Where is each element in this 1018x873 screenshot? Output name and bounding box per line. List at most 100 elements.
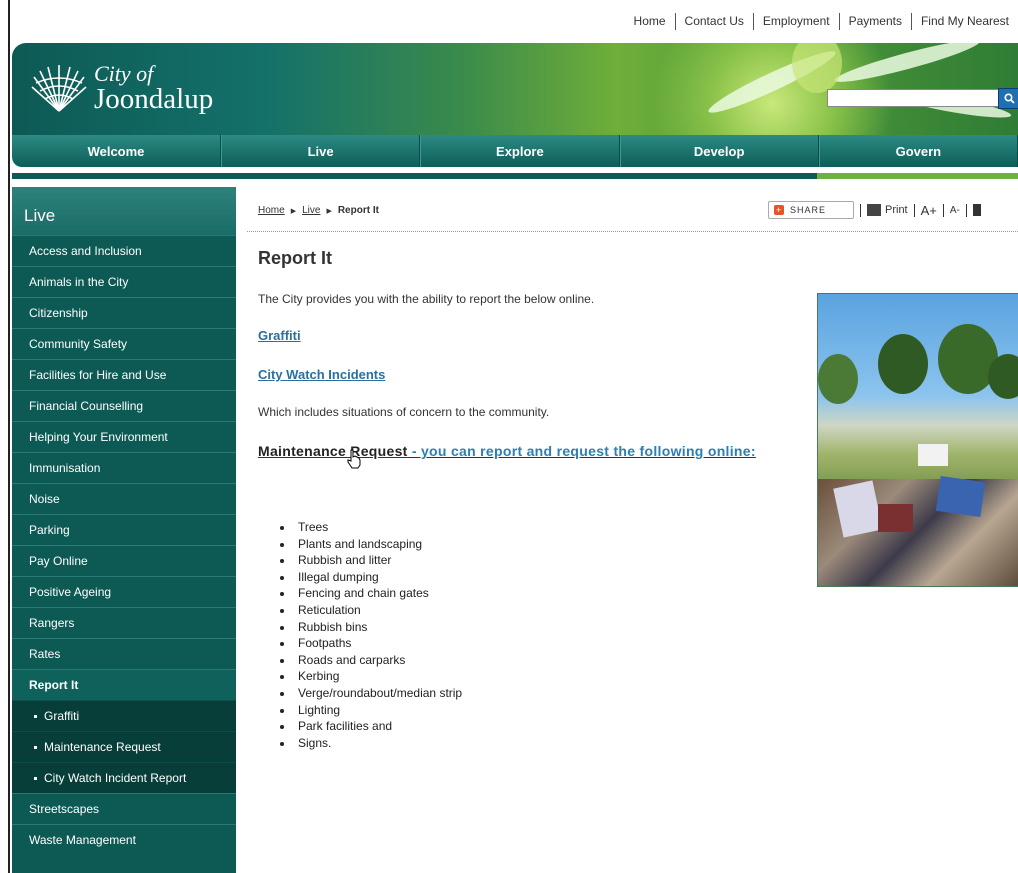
nav-tab-welcome[interactable]: Welcome: [12, 135, 221, 167]
list-item: Verge/roundabout/median strip: [280, 685, 462, 702]
sidebar-item[interactable]: Facilities for Hire and Use: [12, 359, 236, 390]
bullet-icon: [34, 776, 37, 780]
photo-tree: [988, 354, 1018, 399]
sidebar-item[interactable]: Parking: [12, 514, 236, 545]
main-nav: Welcome Live Explore Develop Govern: [12, 135, 1018, 167]
sidebar-item[interactable]: Financial Counselling: [12, 390, 236, 421]
content-divider: [247, 231, 1018, 232]
search-input[interactable]: [827, 89, 1009, 107]
sidebar-subitem-city-watch[interactable]: City Watch Incident Report: [12, 762, 236, 793]
sidebar-item[interactable]: Community Safety: [12, 328, 236, 359]
font-decrease-button[interactable]: A-: [950, 205, 960, 216]
share-plus-icon: +: [774, 205, 784, 215]
breadcrumb-home[interactable]: Home: [258, 205, 285, 216]
maintenance-request-heading[interactable]: Maintenance Request - you can report and…: [258, 443, 756, 459]
top-link-payments[interactable]: Payments: [840, 14, 911, 28]
sidebar-item[interactable]: Immunisation: [12, 452, 236, 483]
print-link[interactable]: Print: [885, 204, 908, 216]
sidebar-item[interactable]: Streetscapes: [12, 793, 236, 824]
sidebar-subitem-label: City Watch Incident Report: [44, 771, 187, 785]
top-link-find-my-nearest[interactable]: Find My Nearest: [912, 14, 1018, 28]
photo-debris: [878, 504, 913, 532]
sidebar-item[interactable]: Citizenship: [12, 297, 236, 328]
photo-debris: [918, 444, 948, 466]
sidebar-item[interactable]: Rangers: [12, 607, 236, 638]
top-link-home[interactable]: Home: [625, 14, 675, 28]
sidebar-item[interactable]: Access and Inclusion: [12, 235, 236, 266]
separator: [860, 203, 861, 217]
separator: [913, 203, 915, 217]
viewport-border: [8, 0, 10, 873]
breadcrumb-arrow-icon: ▶: [326, 207, 332, 215]
separator: [942, 203, 944, 217]
nav-tab-explore[interactable]: Explore: [420, 135, 620, 167]
maintenance-request-link[interactable]: Maintenance Request: [258, 443, 408, 459]
photo-tree: [818, 354, 858, 404]
speaker-icon[interactable]: [972, 204, 981, 216]
city-watch-link[interactable]: City Watch Incidents: [258, 367, 385, 382]
breadcrumb-live[interactable]: Live: [302, 205, 320, 216]
maintenance-list: Trees Plants and landscaping Rubbish and…: [280, 519, 462, 751]
logo-fan-icon: [31, 65, 87, 112]
page-tools: + SHARE Print A+ A-: [768, 201, 981, 219]
list-item: Fencing and chain gates: [280, 585, 462, 602]
logo-text-joondalup: Joondalup: [94, 83, 214, 115]
hand-cursor-icon: [347, 449, 361, 469]
bullet-icon: [34, 714, 37, 718]
font-increase-button[interactable]: A+: [921, 203, 937, 218]
top-link-employment[interactable]: Employment: [754, 14, 839, 28]
sidebar-item[interactable]: Positive Ageing: [12, 576, 236, 607]
sidebar-heading: Live: [12, 187, 236, 235]
breadcrumb-arrow-icon: ▶: [290, 207, 297, 215]
photo-debris: [935, 476, 986, 517]
illegal-dumping-photo: [817, 293, 1018, 587]
list-item: Trees: [280, 519, 462, 536]
intro-text: The City provides you with the ability t…: [258, 292, 595, 306]
city-watch-description: Which includes situations of concern to …: [258, 405, 550, 419]
sidebar-subitem-label: Graffiti: [44, 709, 80, 723]
photo-tree: [878, 334, 928, 394]
search-icon: [1003, 93, 1015, 104]
sidebar-subitem-maintenance-request[interactable]: Maintenance Request: [12, 731, 236, 762]
share-label: SHARE: [790, 205, 827, 215]
list-item: Reticulation: [280, 602, 462, 619]
list-item: Roads and carparks: [280, 652, 462, 669]
list-item: Signs.: [280, 735, 462, 752]
share-button[interactable]: + SHARE: [768, 201, 854, 219]
nav-tab-govern[interactable]: Govern: [818, 135, 1018, 167]
sidebar-item[interactable]: Waste Management: [12, 824, 236, 855]
sidebar-subitem-label: Maintenance Request: [44, 740, 161, 754]
page-title: Report It: [258, 248, 332, 268]
nav-tab-develop[interactable]: Develop: [619, 135, 819, 167]
list-item: Rubbish bins: [280, 619, 462, 636]
nav-tab-live[interactable]: Live: [221, 135, 421, 167]
sidebar: Live Access and Inclusion Animals in the…: [12, 187, 236, 873]
sidebar-item-report-it[interactable]: Report It: [12, 669, 236, 700]
sidebar-subitem-graffiti[interactable]: Graffiti: [12, 700, 236, 731]
maintenance-request-suffix[interactable]: - you can report and request the followi…: [408, 443, 756, 459]
printer-icon[interactable]: [867, 204, 881, 216]
list-item: Illegal dumping: [280, 569, 462, 586]
sidebar-item[interactable]: Animals in the City: [12, 266, 236, 297]
site-banner: City of Joondalup: [12, 43, 1018, 135]
list-item: Footpaths: [280, 635, 462, 652]
list-item: Lighting: [280, 702, 462, 719]
breadcrumb: Home ▶ Live ▶ Report It: [258, 205, 379, 216]
graffiti-link[interactable]: Graffiti: [258, 328, 301, 343]
list-item: Park facilities and: [280, 718, 462, 735]
list-item: Rubbish and litter: [280, 552, 462, 569]
nav-underbar: [12, 173, 1018, 179]
sidebar-item[interactable]: Noise: [12, 483, 236, 514]
utility-links: Home Contact Us Employment Payments Find…: [625, 10, 1018, 32]
sidebar-item[interactable]: Rates: [12, 638, 236, 669]
top-link-contact-us[interactable]: Contact Us: [676, 14, 753, 28]
separator: [965, 203, 967, 217]
list-item: Kerbing: [280, 668, 462, 685]
bullet-icon: [34, 745, 37, 749]
search-button[interactable]: [998, 88, 1018, 109]
list-item: Plants and landscaping: [280, 536, 462, 553]
sidebar-item[interactable]: Pay Online: [12, 545, 236, 576]
sidebar-item[interactable]: Helping Your Environment: [12, 421, 236, 452]
logo-text-city-of: City of: [94, 61, 154, 86]
site-logo[interactable]: City of Joondalup: [30, 63, 213, 115]
